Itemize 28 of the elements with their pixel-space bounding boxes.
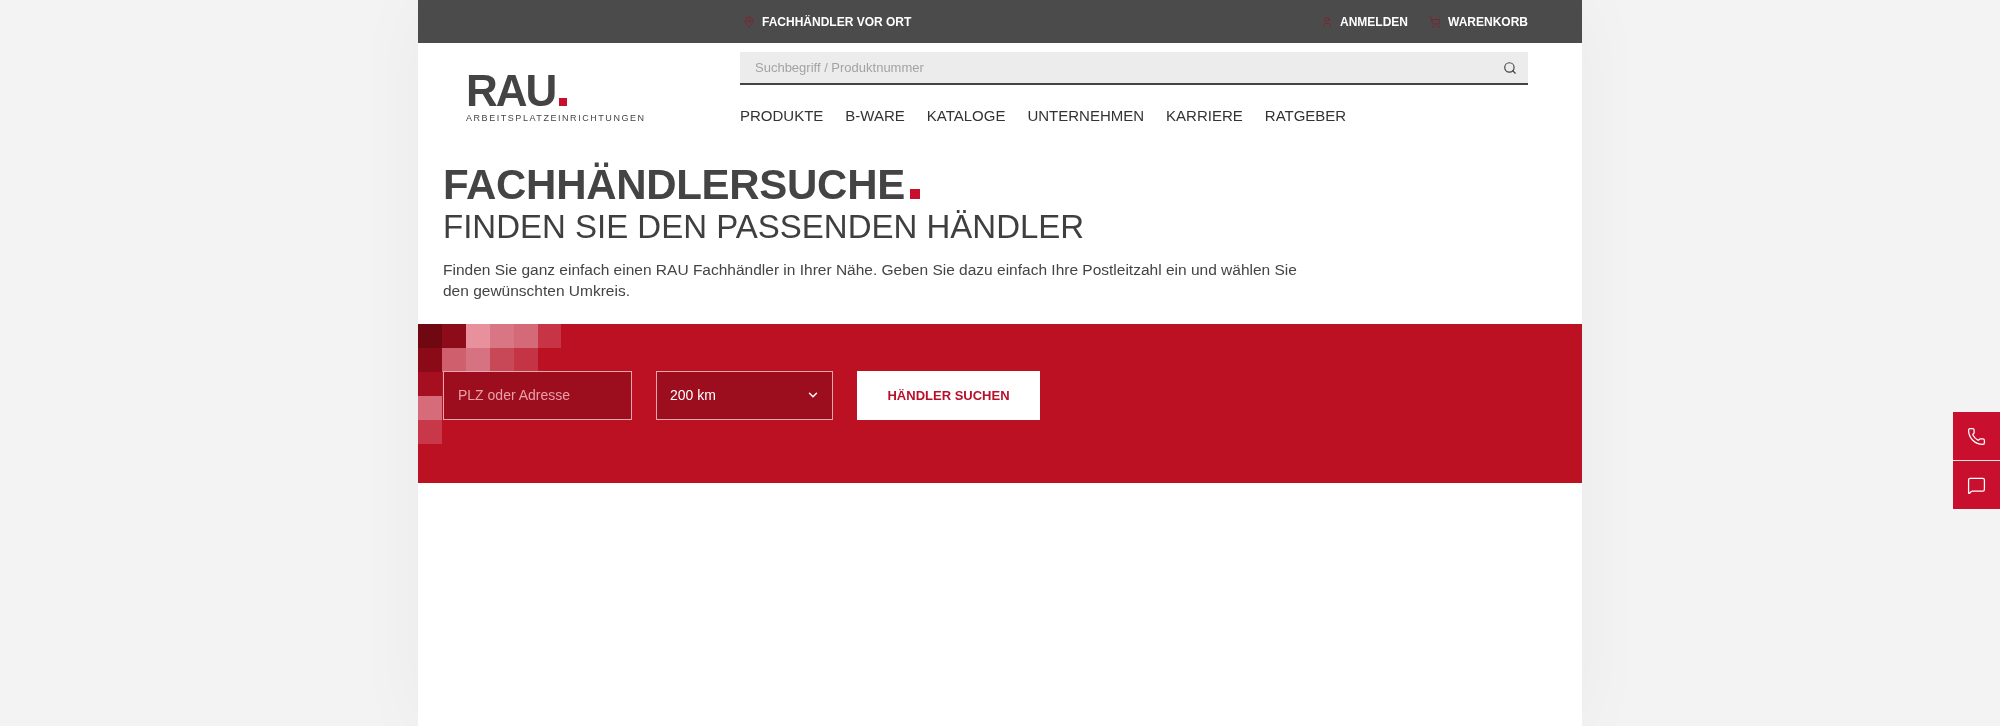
nav-link[interactable]: KATALOGE: [926, 106, 1006, 126]
nav-link[interactable]: PRODUKTE: [740, 106, 824, 126]
intro-text: Finden Sie ganz einfach einen RAU Fachhändler in Ihrer Nähe. Geben Sie dazu einfach Ihre Postleitzahl ein und wählen Sie den gewünschten Umkreis.: [443, 259, 1298, 301]
logo-square-icon: [559, 98, 568, 106]
page-title: FACHHÄNDLERSUCHE: [443, 161, 905, 210]
logo-tagline: ARBEITSPLATZEINRICHTUNGEN: [466, 113, 646, 124]
chat-icon: [1967, 475, 1986, 495]
cart-icon: [1429, 15, 1441, 28]
top-bar-link[interactable]: FACHHÄNDLER VOR ORT: [743, 14, 912, 29]
nav-link[interactable]: RATGEBER: [1264, 106, 1347, 126]
search-icon[interactable]: [1503, 61, 1517, 75]
radius-select[interactable]: 200 km: [656, 370, 833, 420]
user-icon: [1321, 15, 1333, 28]
phone-button[interactable]: [1953, 412, 2000, 460]
nav-link[interactable]: B-WARE: [845, 106, 905, 126]
top-bar-link[interactable]: ANMELDEN: [1321, 14, 1408, 29]
nav-link[interactable]: KARRIERE: [1166, 106, 1243, 126]
nav-link[interactable]: UNTERNEHMEN: [1027, 106, 1145, 126]
page-subtitle: FINDEN SIE DEN PASSENDEN HÄNDLER: [443, 209, 1086, 246]
top-bar-link[interactable]: WARENKORB: [1429, 14, 1528, 29]
title-square-icon: [909, 189, 920, 199]
logo-wordmark[interactable]: RAU: [466, 69, 556, 113]
search-dealer-button[interactable]: HÄNDLER SUCHEN: [857, 370, 1040, 420]
address-field[interactable]: PLZ oder Adresse: [443, 370, 632, 420]
chat-button[interactable]: [1953, 461, 2000, 509]
map-pin-icon: [743, 15, 755, 28]
phone-icon: [1967, 426, 1986, 446]
search-field[interactable]: Suchbegriff / Produktnummer: [740, 52, 1528, 85]
